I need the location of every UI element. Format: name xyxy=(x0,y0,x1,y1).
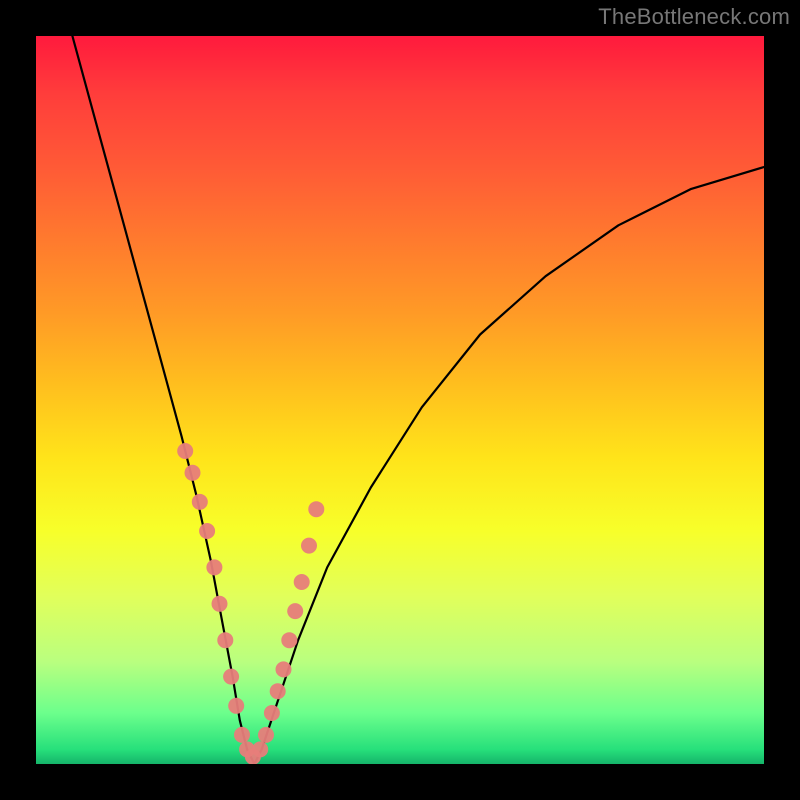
scatter-point xyxy=(252,741,268,757)
bottleneck-curve xyxy=(72,36,764,764)
scatter-point xyxy=(185,465,201,481)
scatter-point xyxy=(223,669,239,685)
scatter-point xyxy=(270,683,286,699)
scatter-point xyxy=(264,705,280,721)
scatter-point xyxy=(234,727,250,743)
scatter-point xyxy=(281,632,297,648)
scatter-point xyxy=(258,727,274,743)
scatter-point xyxy=(177,443,193,459)
scatter-point xyxy=(217,632,233,648)
scatter-point xyxy=(206,559,222,575)
scatter-point xyxy=(287,603,303,619)
scatter-point xyxy=(308,501,324,517)
scatter-point xyxy=(228,698,244,714)
scatter-point xyxy=(192,494,208,510)
plot-area xyxy=(36,36,764,764)
scatter-point xyxy=(276,661,292,677)
scatter-point xyxy=(199,523,215,539)
scatter-point xyxy=(212,596,228,612)
watermark-text: TheBottleneck.com xyxy=(598,4,790,30)
highlighted-points xyxy=(177,443,324,764)
chart-frame: TheBottleneck.com xyxy=(0,0,800,800)
scatter-point xyxy=(301,538,317,554)
scatter-point xyxy=(294,574,310,590)
chart-svg xyxy=(36,36,764,764)
bottleneck-curve-path xyxy=(72,36,764,764)
